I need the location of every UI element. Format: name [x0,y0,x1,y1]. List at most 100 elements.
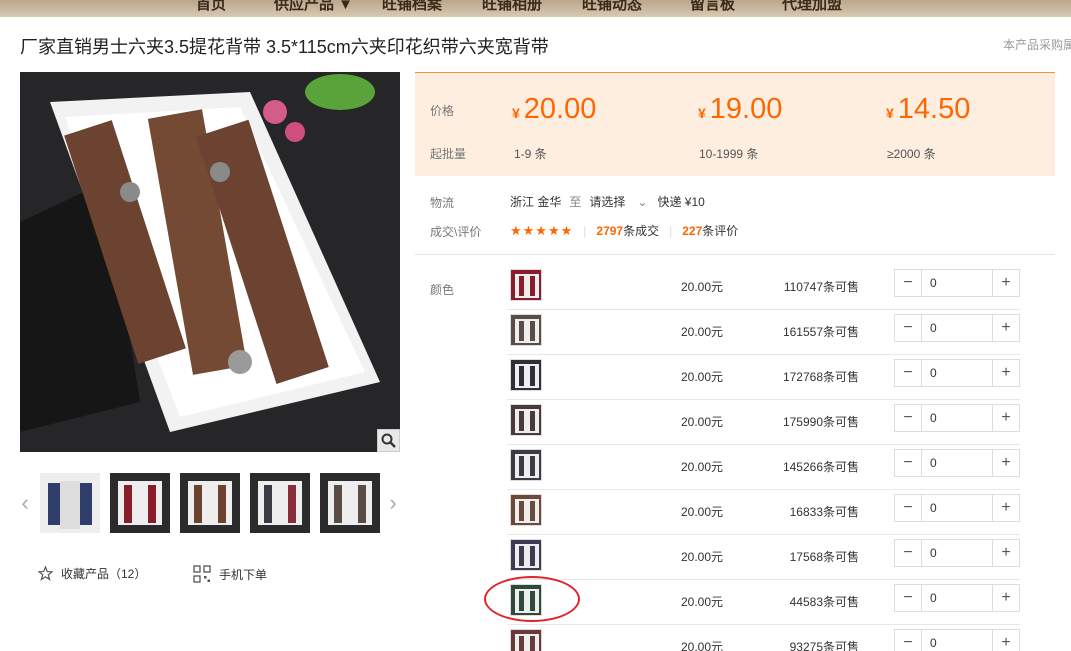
quantity-stepper: −0 + [894,629,1020,651]
sku-row: 20.00元 110747条可售 −0 + [507,265,1020,310]
nav-album[interactable]: 旺铺相册 [482,0,542,14]
increment-button[interactable]: + [993,495,1019,521]
quantity-stepper: −0 + [894,269,1020,297]
thumb-next-icon[interactable]: › [386,490,400,515]
chevron-down-icon[interactable]: ⌄ [637,195,647,209]
price-tier-1: ¥20.00 [512,93,597,125]
increment-button[interactable]: + [993,450,1019,476]
review-count[interactable]: 227 [682,224,702,238]
thumbnail-2[interactable] [110,473,170,533]
thumbnail-5[interactable] [320,473,380,533]
thumbnail-strip: ‹ › [18,473,402,533]
sku-price: 20.00元 [680,370,723,384]
deal-count[interactable]: 2797 [596,224,623,238]
increment-button[interactable]: + [993,585,1019,611]
nav-profile[interactable]: 旺铺档案 [382,0,442,14]
quantity-stepper: −0 + [894,449,1020,477]
logistics-info: 浙江 金华至请选择 ⌄ 快递 ¥10 [510,195,705,209]
decrement-button[interactable]: − [895,360,921,386]
increment-button[interactable]: + [993,270,1019,296]
sku-swatch[interactable] [510,404,542,436]
sku-swatch[interactable] [510,449,542,481]
nav-home[interactable]: 首页 [196,0,226,14]
quantity-input[interactable]: 0 [921,495,993,521]
zoom-button[interactable] [377,429,400,452]
favorite-label: 收藏产品（12） [61,567,147,581]
quantity-input[interactable]: 0 [921,540,993,566]
main-product-image[interactable] [20,72,400,452]
sku-swatch[interactable] [510,494,542,526]
sku-stock: 172768条可售 [782,370,859,384]
nav-agent[interactable]: 代理加盟 [782,0,842,14]
sku-row: 20.00元 172768条可售 −0 + [507,355,1020,400]
nav-news[interactable]: 旺铺动态 [582,0,642,14]
sku-swatch[interactable] [510,539,542,571]
quantity-stepper: −0 + [894,359,1020,387]
quantity-input[interactable]: 0 [921,270,993,296]
ship-from: 浙江 金华 [510,195,562,209]
sku-price: 20.00元 [680,640,723,651]
sku-row: 20.00元 93275条可售 −0 + [507,625,1020,651]
decrement-button[interactable]: − [895,450,921,476]
sku-swatch[interactable] [510,269,542,301]
decrement-button[interactable]: − [895,405,921,431]
divider [415,254,1055,255]
decrement-button[interactable]: − [895,270,921,296]
increment-button[interactable]: + [993,315,1019,341]
increment-button[interactable]: + [993,405,1019,431]
magnifier-icon [381,433,396,448]
quantity-input[interactable]: 0 [921,360,993,386]
decrement-button[interactable]: − [895,495,921,521]
sku-stock: 161557条可售 [782,325,859,339]
sku-row: 20.00元 17568条可售 −0 + [507,535,1020,580]
sku-stock: 17568条可售 [789,550,859,564]
nav-products[interactable]: 供应产品 ▼ [274,0,353,14]
sku-swatch[interactable] [510,314,542,346]
purchase-tip: 本产品采购属 [1003,38,1071,52]
quantity-stepper: −0 + [894,314,1020,342]
sku-row: 20.00元 145266条可售 −0 + [507,445,1020,490]
sku-stock: 93275条可售 [789,640,859,651]
quantity-stepper: −0 + [894,539,1020,567]
rating-info: ★★★★★ | 2797条成交 | 227条评价 [510,223,739,238]
mobile-order-button[interactable]: 手机下单 [193,565,267,583]
quantity-stepper: −0 + [894,404,1020,432]
price-tier-3: ¥14.50 [886,93,971,125]
quantity-input[interactable]: 0 [921,450,993,476]
sku-swatch[interactable] [510,359,542,391]
decrement-button[interactable]: − [895,585,921,611]
destination-select[interactable]: 请选择 [589,195,625,209]
thumbnail-4[interactable] [250,473,310,533]
sku-stock: 44583条可售 [789,595,859,609]
quantity-input[interactable]: 0 [921,405,993,431]
rating-stars-icon: ★★★★★ [510,223,574,238]
product-title: 厂家直销男士六夹3.5提花背带 3.5*115cm六夹印花织带六夹宽背带 [20,37,549,57]
increment-button[interactable]: + [993,360,1019,386]
favorite-button[interactable]: 收藏产品（12） [38,565,146,582]
quantity-stepper: −0 + [894,494,1020,522]
sku-price: 20.00元 [680,325,723,339]
reviews-label: 成交\评价 [430,225,482,239]
sku-swatch[interactable] [510,629,542,651]
range-tier-1: 1-9 条 [514,147,547,161]
quantity-stepper: −0 + [894,584,1020,612]
sku-row: 20.00元 175990条可售 −0 + [507,400,1020,445]
price-tier-2: ¥19.00 [698,93,783,125]
sku-price: 20.00元 [680,460,723,474]
thumbnail-1[interactable] [40,473,100,533]
thumbnail-3[interactable] [180,473,240,533]
decrement-button[interactable]: − [895,315,921,341]
increment-button[interactable]: + [993,540,1019,566]
decrement-button[interactable]: − [895,540,921,566]
decrement-button[interactable]: − [895,630,921,651]
quantity-input[interactable]: 0 [921,630,993,651]
thumb-prev-icon[interactable]: ‹ [18,490,32,515]
sku-price: 20.00元 [680,595,723,609]
quantity-input[interactable]: 0 [921,585,993,611]
quantity-input[interactable]: 0 [921,315,993,341]
sku-stock: 145266条可售 [782,460,859,474]
sku-price: 20.00元 [680,415,723,429]
sku-stock: 175990条可售 [782,415,859,429]
increment-button[interactable]: + [993,630,1019,651]
nav-messages[interactable]: 留言板 [690,0,735,14]
